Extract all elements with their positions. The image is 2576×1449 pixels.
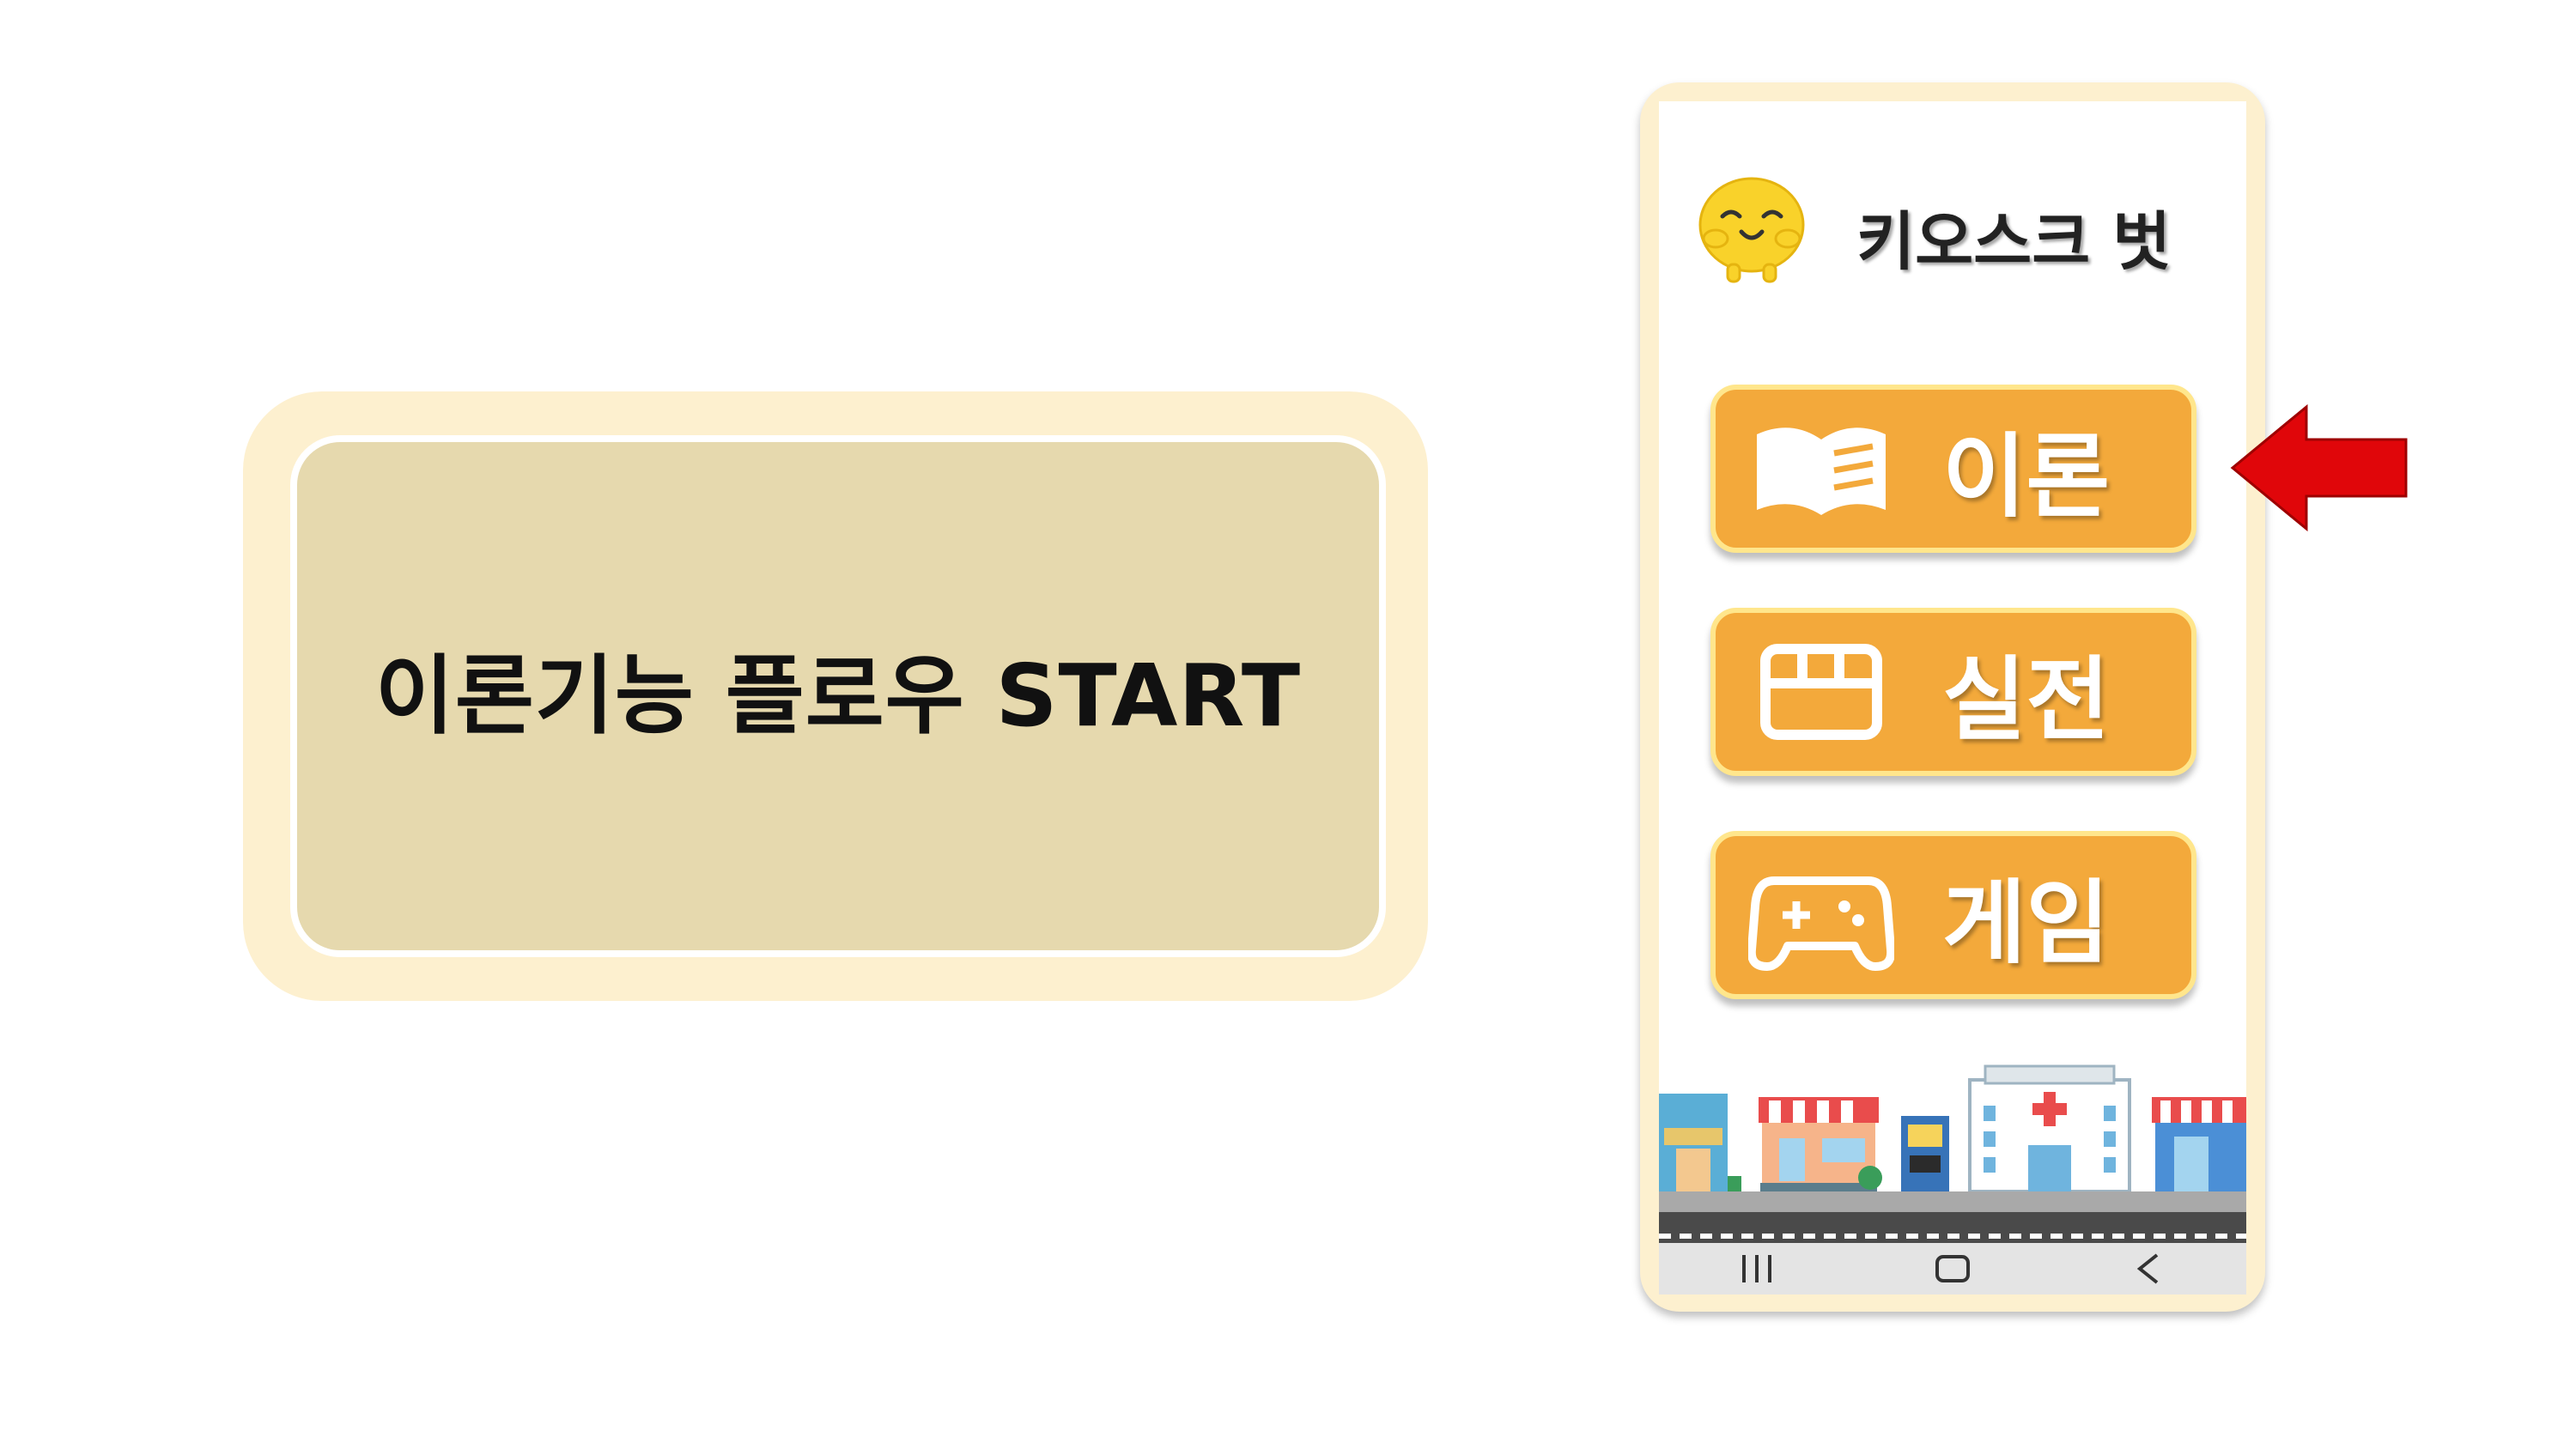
mascot-icon bbox=[1698, 177, 1805, 283]
red-arrow-icon bbox=[2230, 403, 2408, 532]
phone-screen: 키오스크 벗 이론 실전 게임 bbox=[1659, 101, 2246, 1294]
street-illustration bbox=[1659, 1064, 2246, 1260]
recent-apps-icon bbox=[1742, 1255, 1771, 1282]
app-header: 키오스크 벗 bbox=[1659, 163, 2246, 318]
game-button[interactable]: 게임 bbox=[1710, 831, 2196, 999]
practice-button[interactable]: 실전 bbox=[1710, 608, 2196, 776]
store-icon bbox=[1760, 644, 1882, 740]
app-title: 키오스크 벗 bbox=[1856, 205, 2172, 279]
gamepad-icon bbox=[1748, 876, 1894, 971]
flow-card: 이론기능 플로우 START bbox=[290, 435, 1386, 957]
home-button[interactable] bbox=[1901, 1243, 2004, 1294]
back-button[interactable] bbox=[2097, 1243, 2200, 1294]
flow-card-title: 이론기능 플로우 START bbox=[374, 645, 1302, 746]
theory-label: 이론 bbox=[1942, 424, 2111, 530]
android-navbar bbox=[1659, 1243, 2246, 1294]
practice-label: 실전 bbox=[1942, 647, 2111, 753]
theory-button[interactable]: 이론 bbox=[1710, 385, 2196, 553]
book-icon bbox=[1757, 427, 1886, 515]
game-label: 게임 bbox=[1942, 870, 2111, 976]
recent-apps-button[interactable] bbox=[1705, 1243, 1808, 1294]
home-icon bbox=[1935, 1255, 1970, 1282]
back-icon bbox=[2136, 1253, 2159, 1284]
